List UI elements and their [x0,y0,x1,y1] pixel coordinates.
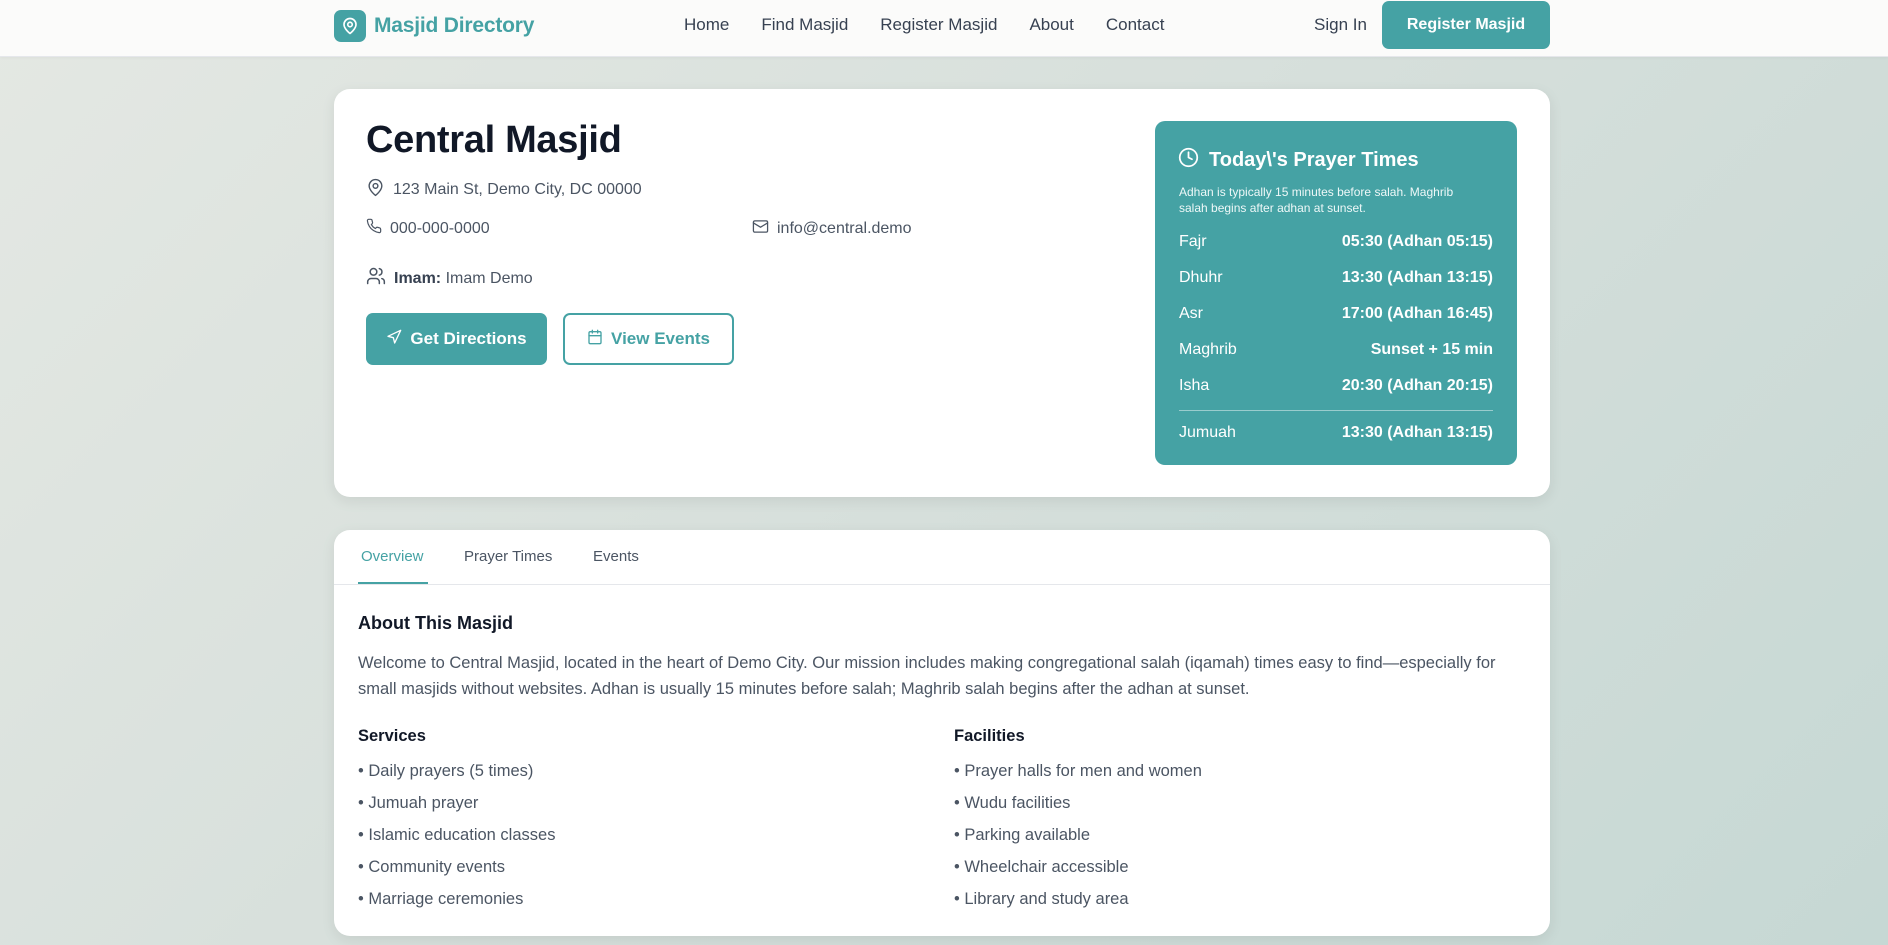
facilities-title: Facilities [954,727,1025,745]
facilities-section: Facilities • Prayer halls for men and wo… [954,727,1202,915]
list-item: • Parking available [954,826,1091,844]
prayer-name: Jumuah [1179,424,1236,441]
masjid-email[interactable]: info@central.demo [777,220,912,238]
tab-events[interactable]: Events [593,548,639,565]
prayer-panel-title: Today\'s Prayer Times [1178,147,1493,174]
prayer-row-isha: Isha 20:30 (Adhan 20:15) [1179,368,1493,404]
prayer-name: Isha [1179,377,1210,394]
map-pin-icon [366,178,385,202]
top-navbar: Masjid Directory Home Find Masjid Regist… [0,0,1888,57]
services-section: Services • Daily prayers (5 times) • Jum… [358,727,555,915]
prayer-time: 13:30 (Adhan 13:15) [1341,424,1493,441]
tab-bar: Overview Prayer Times Events [334,530,1550,585]
list-item: • Community events [358,858,505,876]
get-directions-button[interactable]: Get Directions [366,313,547,365]
prayer-row-dhuhr: Dhuhr 13:30 (Adhan 13:15) [1179,260,1493,296]
masjid-address: 123 Main St, Demo City, DC 00000 [393,181,642,198]
prayer-time: 13:30 (Adhan 13:15) [1341,269,1493,286]
register-masjid-button[interactable]: Register Masjid [1382,1,1550,49]
list-item: • Daily prayers (5 times) [358,762,534,780]
prayer-row-asr: Asr 17:00 (Adhan 16:45) [1179,296,1493,332]
active-tab-indicator [358,582,428,584]
prayer-row-fajr: Fajr 05:30 (Adhan 05:15) [1179,224,1493,260]
address-row: 123 Main St, Demo City, DC 00000 [366,178,642,202]
get-directions-label: Get Directions [410,329,527,348]
list-item: • Wheelchair accessible [954,858,1129,876]
imam-name: Imam Demo [445,269,533,287]
prayer-row-jumuah: Jumuah 13:30 (Adhan 13:15) [1179,415,1493,451]
details-tabs-card: Overview Prayer Times Events About This … [334,530,1550,936]
prayer-name: Asr [1179,305,1203,322]
nav-link-about[interactable]: About [1029,15,1073,35]
list-item: • Jumuah prayer [358,794,479,812]
prayer-divider [1179,410,1493,411]
nav-link-find-masjid[interactable]: Find Masjid [761,15,848,35]
prayer-times-panel: Today\'s Prayer Times Adhan is typically… [1155,121,1517,465]
list-item: • Library and study area [954,890,1129,908]
about-text: Welcome to Central Masjid, located in th… [358,654,1496,698]
clock-icon [1178,147,1199,174]
list-item: • Islamic education classes [358,826,556,844]
prayer-name: Maghrib [1179,341,1237,358]
users-icon [366,266,386,291]
navigation-icon [386,329,402,350]
brand-link[interactable]: Masjid Directory [334,10,534,42]
prayer-time: 17:00 (Adhan 16:45) [1341,305,1493,322]
masjid-name: Central Masjid [366,119,622,161]
view-events-label: View Events [611,329,710,348]
prayer-name: Dhuhr [1179,269,1223,286]
list-item: • Marriage ceremonies [358,890,524,908]
masjid-phone[interactable]: 000-000-0000 [390,220,490,238]
prayer-panel-note: Adhan is typically 15 minutes before sal… [1179,185,1454,215]
nav-link-register-masjid[interactable]: Register Masjid [880,15,997,35]
tab-overview[interactable]: Overview [361,548,424,565]
email-row: info@central.demo [752,218,912,240]
calendar-icon [587,329,603,350]
prayer-time: Sunset + 15 min [1370,341,1493,358]
sign-in-link[interactable]: Sign In [1314,15,1367,35]
list-item: • Prayer halls for men and women [954,762,1202,780]
prayer-name: Fajr [1179,233,1207,250]
about-title: About This Masjid [358,613,513,633]
phone-row: 000-000-0000 [366,218,490,239]
brand-name: Masjid Directory [374,14,535,37]
masjid-header-card: Central Masjid 123 Main St, Demo City, D… [334,89,1550,497]
prayer-panel-heading: Today\'s Prayer Times [1209,149,1419,171]
mail-icon [752,218,769,240]
map-pin-logo-icon [334,10,366,42]
tab-prayer-times[interactable]: Prayer Times [464,548,552,565]
nav-link-contact[interactable]: Contact [1106,15,1165,35]
list-item: • Wudu facilities [954,794,1071,812]
services-title: Services [358,727,426,745]
view-events-button[interactable]: View Events [563,313,734,365]
nav-links: Home Find Masjid Register Masjid About C… [684,0,1196,50]
prayer-row-maghrib: Maghrib Sunset + 15 min [1179,332,1493,368]
phone-icon [366,218,382,239]
imam-row: Imam: Imam Demo [366,266,533,291]
nav-link-home[interactable]: Home [684,15,729,35]
imam-label: Imam: [394,269,442,287]
prayer-time: 05:30 (Adhan 05:15) [1341,233,1493,250]
prayer-time: 20:30 (Adhan 20:15) [1341,377,1493,394]
prayer-times-list: Fajr 05:30 (Adhan 05:15) Dhuhr 13:30 (Ad… [1179,224,1493,451]
